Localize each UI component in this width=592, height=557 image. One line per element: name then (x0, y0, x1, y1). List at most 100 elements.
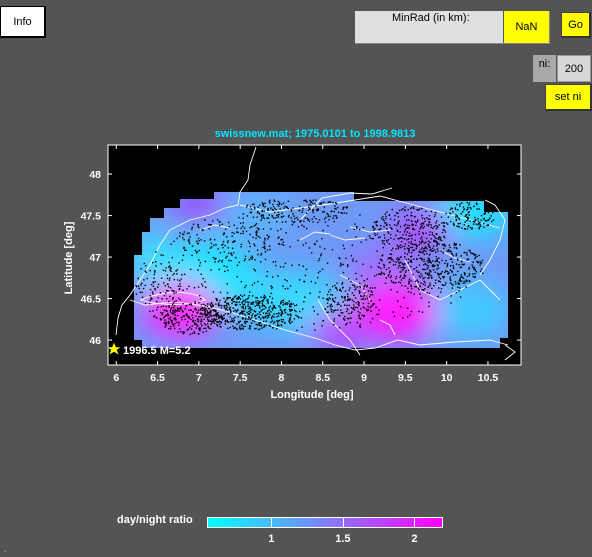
earthquake-point (241, 310, 243, 312)
earthquake-point (453, 244, 455, 246)
x-tick-label: 9.5 (398, 372, 413, 384)
earthquake-point (469, 250, 471, 252)
earthquake-point (226, 319, 228, 322)
earthquake-point (419, 257, 421, 259)
earthquake-point (418, 264, 421, 266)
earthquake-point (278, 205, 280, 207)
earthquake-point (279, 208, 281, 210)
earthquake-point (268, 245, 271, 247)
earthquake-point (172, 296, 175, 299)
earthquake-point (286, 280, 288, 282)
earthquake-point (483, 222, 485, 225)
earthquake-point (278, 319, 281, 322)
earthquake-point (449, 213, 452, 215)
earthquake-point (435, 211, 437, 214)
earthquake-point (468, 202, 471, 204)
earthquake-point (438, 257, 440, 259)
earthquake-point (258, 311, 261, 313)
earthquake-point (275, 264, 277, 267)
earthquake-point (200, 239, 202, 241)
earthquake-point (214, 258, 216, 260)
earthquake-point (370, 310, 372, 312)
earthquake-point (291, 224, 294, 226)
earthquake-point (223, 251, 225, 253)
earthquake-point (255, 327, 257, 330)
earthquake-point (264, 325, 266, 328)
earthquake-point (440, 291, 442, 293)
earthquake-point (442, 275, 444, 278)
earthquake-point (170, 270, 172, 272)
earthquake-point (396, 224, 398, 227)
earthquake-point (480, 214, 483, 217)
earthquake-point (478, 227, 480, 230)
earthquake-point (238, 261, 241, 264)
earthquake-point (199, 320, 202, 323)
earthquake-point (219, 323, 221, 325)
earthquake-point (467, 212, 470, 214)
earthquake-point (408, 278, 411, 280)
earthquake-point (189, 236, 191, 238)
earthquake-point (205, 324, 207, 326)
earthquake-point (232, 307, 234, 309)
earthquake-point (197, 321, 199, 323)
earthquake-point (245, 317, 247, 319)
earthquake-point (179, 232, 181, 234)
earthquake-point (423, 280, 425, 283)
earthquake-point (421, 247, 423, 249)
earthquake-point (363, 314, 365, 317)
earthquake-point (471, 228, 473, 230)
earthquake-point (170, 311, 172, 313)
earthquake-point (364, 298, 366, 300)
earthquake-point (356, 321, 359, 324)
earthquake-point (174, 322, 176, 325)
earthquake-point (218, 259, 221, 262)
earthquake-point (176, 269, 179, 271)
earthquake-point (173, 305, 176, 307)
earthquake-point (208, 327, 210, 329)
seismicity-map: 1996.5 M=5.2 6 6.5 7 7.5 8 8.5 9 9.5 10 10.54847.… (63, 144, 522, 401)
earthquake-point (261, 300, 264, 302)
earthquake-point (205, 316, 207, 318)
earthquake-point (152, 285, 155, 287)
earthquake-point (431, 277, 433, 279)
earthquake-point (451, 271, 453, 273)
earthquake-point (200, 309, 202, 311)
earthquake-point (426, 260, 428, 262)
earthquake-point (242, 217, 244, 219)
earthquake-point (356, 225, 358, 228)
earthquake-point (428, 276, 430, 279)
earthquake-point (353, 309, 356, 311)
earthquake-point (413, 268, 416, 270)
earthquake-point (266, 317, 268, 319)
earthquake-point (404, 229, 406, 231)
earthquake-point (175, 270, 177, 272)
earthquake-point (400, 237, 402, 239)
earthquake-point (389, 261, 391, 263)
earthquake-point (185, 305, 187, 307)
earthquake-point (354, 297, 357, 299)
earthquake-point (450, 265, 452, 267)
earthquake-point (465, 286, 467, 288)
earthquake-point (483, 226, 485, 228)
earthquake-point (437, 267, 440, 270)
earthquake-point (393, 315, 396, 317)
earthquake-point (252, 319, 254, 322)
earthquake-point (369, 237, 372, 239)
earthquake-point (164, 319, 166, 321)
earthquake-point (441, 259, 443, 262)
earthquake-point (421, 239, 423, 241)
earthquake-point (207, 319, 209, 321)
earthquake-point (466, 259, 468, 261)
earthquake-point (335, 217, 338, 219)
earthquake-point (457, 282, 459, 284)
earthquake-point (428, 215, 431, 217)
earthquake-point (229, 321, 231, 323)
earthquake-point (420, 226, 422, 228)
earthquake-point (327, 306, 329, 308)
earthquake-point (369, 321, 372, 324)
earthquake-point (333, 318, 335, 320)
earthquake-point (260, 325, 262, 327)
earthquake-point (435, 251, 437, 253)
earthquake-point (232, 247, 234, 249)
earthquake-point (165, 267, 167, 269)
